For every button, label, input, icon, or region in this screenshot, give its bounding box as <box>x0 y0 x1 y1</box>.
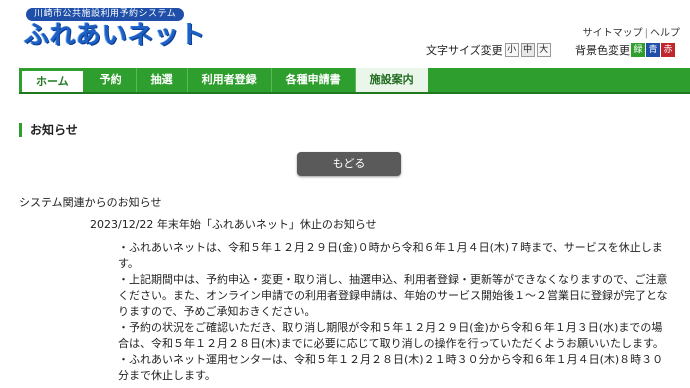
nav-facility-guide[interactable]: 施設案内 <box>355 68 428 92</box>
font-size-control: 文字サイズ変更 小 中 大 <box>426 42 551 58</box>
notice-line: 合は、令和５年１２月２８日(木)までに必要に応じて取り消しの操作を行っていただく… <box>118 337 664 350</box>
bg-red-button[interactable]: 赤 <box>661 43 675 57</box>
notice-line: 分まで休止します。 <box>118 369 216 382</box>
nav-home[interactable]: ホーム <box>21 70 84 92</box>
font-size-large-button[interactable]: 大 <box>536 43 551 57</box>
bg-green-button[interactable]: 緑 <box>631 43 645 57</box>
notice-category: システム関連からのお知らせ <box>19 196 162 209</box>
site-logo[interactable]: ふれあいネット <box>24 20 206 50</box>
nav-reservation[interactable]: 予約 <box>86 68 137 92</box>
notice-line: ・予約の状況をご確認いただき、取り消し期限が令和５年１２月２９日(金)から令和６… <box>118 321 663 334</box>
notice-line: ・上記期間中は、予約申込・変更・取り消し、抽選申込、利用者登録・更新等ができなく… <box>118 273 668 286</box>
nav-user-registration[interactable]: 利用者登録 <box>188 68 272 92</box>
notice-body: ・ふれあいネットは、令和５年１２月２９日(金)０時から令和６年１月４日(木)７時… <box>118 240 690 384</box>
font-size-label: 文字サイズ変更 <box>426 44 503 57</box>
nav-lottery[interactable]: 抽選 <box>137 68 188 92</box>
font-size-small-button[interactable]: 小 <box>504 43 519 57</box>
bg-blue-button[interactable]: 青 <box>646 43 660 57</box>
background-color-control: 背景色変更 緑 青 赤 <box>575 42 675 58</box>
page-title: お知らせ <box>19 123 78 137</box>
notice-line: ください。また、オンライン申請での利用者登録申請は、年始のサービス開始後１～２営… <box>118 289 668 302</box>
sitemap-link[interactable]: サイトマップ <box>583 28 643 39</box>
notice-line: ・ふれあいネット運用センターは、令和５年１２月２８日(木)２１時３０分から令和６… <box>118 353 664 366</box>
help-link[interactable]: ヘルプ <box>650 28 680 39</box>
notice-line: りますので、予めご承知おきください。 <box>118 305 316 318</box>
notice-title: 2023/12/22 年末年始「ふれあいネット」休止のお知らせ <box>90 218 377 231</box>
nav-applications[interactable]: 各種申請書 <box>272 68 356 92</box>
notice-line: ・ふれあいネットは、令和５年１２月２９日(金)０時から令和６年１月４日(木)７時… <box>118 241 663 254</box>
utility-links: サイトマップ | ヘルプ <box>581 24 680 39</box>
font-size-medium-button[interactable]: 中 <box>520 43 535 57</box>
background-color-label: 背景色変更 <box>575 44 630 57</box>
link-separator: | <box>644 28 648 39</box>
main-nav: ホーム 予約 抽選 利用者登録 各種申請書 施設案内 <box>19 68 690 94</box>
notice-line: す。 <box>118 257 139 270</box>
back-button[interactable]: もどる <box>297 152 401 176</box>
